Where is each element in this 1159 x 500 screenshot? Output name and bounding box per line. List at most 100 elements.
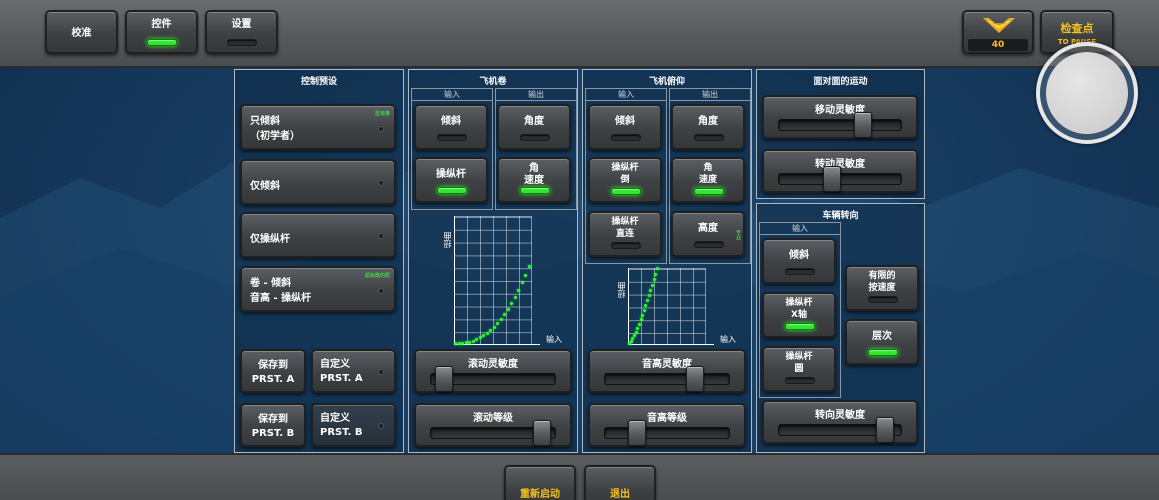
pitch-level-label: 音高等级 — [647, 413, 687, 424]
roll-title: 飞机卷 — [479, 77, 507, 87]
curve-point — [468, 340, 472, 344]
roll-input-joystick-led — [437, 187, 467, 194]
pitch-input-tilt-led — [611, 134, 641, 141]
roll-level-knob[interactable] — [532, 420, 551, 446]
settings-tab[interactable]: 设置 — [205, 10, 278, 54]
save-preset-b-button[interactable]: 保存到 PRST. B — [240, 403, 306, 447]
joystick-knob — [1046, 52, 1128, 134]
calibrate-label: 校准 — [71, 28, 92, 39]
pitch-level-knob[interactable] — [627, 420, 646, 446]
roll-input-header: 输入 — [412, 89, 492, 101]
pitch-graph-x-label: 输入 — [720, 335, 736, 344]
pitch-graph-x-axis — [628, 344, 714, 345]
turn-sensitivity-knob[interactable] — [822, 166, 841, 192]
steer-input-joystick-x-button[interactable]: 操纵杆 X轴 — [762, 292, 836, 338]
roll-graph-y-axis — [454, 216, 455, 345]
pitch-input-joystick-inverted-label: 操纵杆 倒 — [611, 163, 639, 185]
pitch-level-slider[interactable]: 音高等级 — [588, 403, 746, 447]
preset-indicator-4 — [378, 288, 384, 294]
roll-output-angle-button[interactable]: 角度 — [497, 104, 571, 150]
steer-sensitivity-knob[interactable] — [875, 417, 894, 443]
controls-tab[interactable]: 控件 — [125, 10, 198, 54]
preset-tilt-beginner[interactable]: 只倾斜 （初学者） 星级推 — [240, 104, 396, 150]
preset-joystick-only-label: 仅操纵杆 — [250, 234, 290, 245]
pitch-output-altitude-led — [694, 241, 724, 248]
pitch-sensitivity-track — [604, 373, 730, 385]
limited-by-speed-led — [868, 296, 898, 303]
preset-tilt-only-label: 仅倾斜 — [250, 181, 280, 192]
move-sensitivity-track — [778, 119, 902, 131]
surface-movement-title: 面对面的运动 — [813, 77, 868, 87]
turn-sensitivity-slider[interactable]: 转动灵敏度 — [762, 149, 918, 193]
curve-point — [637, 322, 641, 326]
pitch-output-altitude-button[interactable]: 高度 专业 — [671, 211, 745, 257]
custom-preset-b-button[interactable]: 自定义 PRST. B — [311, 403, 396, 447]
save-preset-a-button[interactable]: 保存到 PRST. A — [240, 349, 306, 393]
roll-curve-graph — [454, 216, 532, 344]
pitch-input-tilt-button[interactable]: 倾斜 — [588, 104, 662, 150]
touch-joystick[interactable] — [1036, 42, 1138, 144]
pitch-input-joystick-direct-label: 操纵杆 直连 — [611, 217, 639, 239]
roll-output-angle-led — [520, 134, 550, 141]
curve-point — [454, 342, 457, 345]
move-sensitivity-knob[interactable] — [854, 112, 873, 138]
roll-input-tilt-label: 倾斜 — [441, 116, 461, 127]
curve-point — [499, 317, 503, 321]
move-sensitivity-slider[interactable]: 移动灵敏度 — [762, 95, 918, 139]
restart-label: 重新启动 — [520, 489, 560, 500]
steer-input-joystick-x-led — [785, 323, 815, 330]
steer-input-joystick-circle-label: 操纵杆 圆 — [785, 352, 813, 374]
roll-input-joystick-label: 操纵杆 — [436, 169, 466, 180]
checkpoint-label: 检查点 — [1060, 22, 1094, 35]
vehicle-steering-title: 车辆转向 — [822, 211, 859, 221]
preset-mixed-label: 卷 - 倾斜 音高 - 操纵杆 — [250, 278, 312, 304]
curve-point — [506, 307, 510, 311]
pitch-output-angle-led — [694, 134, 724, 141]
roll-input-tilt-led — [437, 134, 467, 141]
pitch-sensitivity-slider[interactable]: 音高灵敏度 — [588, 349, 746, 393]
score-value: 40 — [968, 39, 1028, 51]
roll-input-tilt-button[interactable]: 倾斜 — [414, 104, 488, 150]
pitch-input-joystick-inverted-button[interactable]: 操纵杆 倒 — [588, 157, 662, 203]
roll-sensitivity-slider[interactable]: 滚动灵敏度 — [414, 349, 572, 393]
steer-sensitivity-slider[interactable]: 转向灵敏度 — [762, 400, 918, 444]
calibrate-button[interactable]: 校准 — [45, 10, 118, 54]
steer-input-joystick-circle-led — [785, 377, 815, 384]
custom-preset-a-button[interactable]: 自定义 PRST. A — [311, 349, 396, 393]
curve-point — [639, 318, 643, 322]
pitch-curve-graph — [628, 268, 706, 345]
settings-label: 设置 — [231, 19, 252, 30]
preset-indicator-2 — [378, 180, 384, 186]
pitch-sensitivity-knob[interactable] — [686, 366, 705, 392]
pitch-output-rate-button[interactable]: 角 速度 — [671, 157, 745, 203]
roll-graph-x-axis — [454, 344, 540, 345]
restart-button[interactable]: 重新启动 — [504, 465, 576, 500]
preset-joystick-only[interactable]: 仅操纵杆 — [240, 212, 396, 258]
steer-input-joystick-circle-button[interactable]: 操纵杆 圆 — [762, 346, 836, 392]
preset-tilt-only[interactable]: 仅倾斜 — [240, 159, 396, 205]
steer-level-button[interactable]: 层次 — [845, 319, 919, 365]
curve-point — [485, 331, 489, 335]
steer-input-tilt-led — [785, 268, 815, 275]
roll-output-rate-button[interactable]: 角 速度 — [497, 157, 571, 203]
preset-tag-cool: 超级酷的配 — [364, 273, 390, 279]
steer-input-joystick-x-label: 操纵杆 X轴 — [785, 298, 813, 320]
pitch-input-joystick-inverted-led — [611, 188, 641, 195]
roll-input-joystick-button[interactable]: 操纵杆 — [414, 157, 488, 203]
curve-point — [634, 330, 638, 334]
exit-button[interactable]: 退出 — [584, 465, 656, 500]
preset-roll-tilt-pitch-joystick[interactable]: 卷 - 倾斜 音高 - 操纵杆 超级酷的配 — [240, 266, 396, 312]
steer-input-tilt-label: 倾斜 — [789, 250, 809, 261]
pitch-output-angle-button[interactable]: 角度 — [671, 104, 745, 150]
roll-graph-x-label: 输入 — [546, 335, 562, 344]
pitch-output-angle-label: 角度 — [698, 116, 718, 127]
curve-point — [636, 326, 640, 330]
limited-by-speed-button[interactable]: 有限的 按速度 — [845, 265, 919, 311]
roll-sensitivity-knob[interactable] — [435, 366, 454, 392]
controls-label: 控件 — [151, 19, 172, 30]
steer-level-label: 层次 — [872, 331, 892, 342]
steer-input-tilt-button[interactable]: 倾斜 — [762, 238, 836, 284]
roll-output-rate-led — [520, 187, 550, 194]
pitch-input-joystick-direct-button[interactable]: 操纵杆 直连 — [588, 211, 662, 257]
roll-level-slider[interactable]: 滚动等级 — [414, 403, 572, 447]
